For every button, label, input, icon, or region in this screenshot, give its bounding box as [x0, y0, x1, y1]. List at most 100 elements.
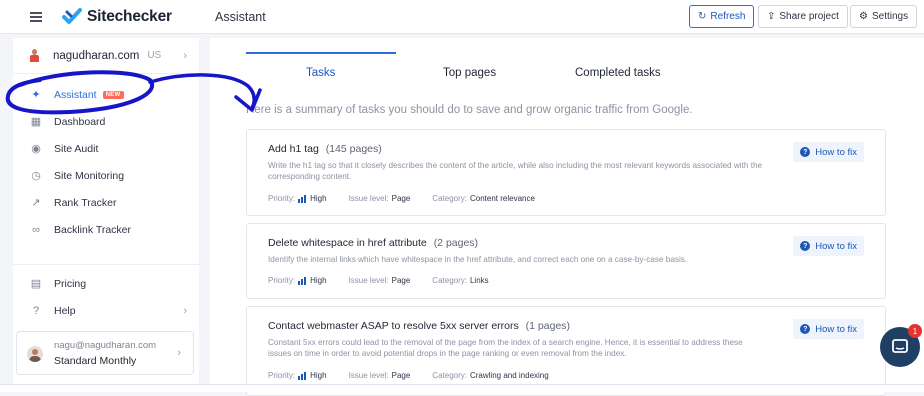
sitechecker-logo-icon [62, 8, 82, 24]
user-avatar [27, 346, 43, 362]
sidebar-item-assistant[interactable]: ✦ Assistant NEW [13, 81, 199, 108]
site-selector[interactable]: nagudharan.com US › [13, 38, 199, 74]
main-content: Tasks Top pages Completed tasks Here is … [210, 38, 924, 396]
site-country: US [147, 50, 162, 61]
task-meta: Priority: High Issue level: Page Category:… [268, 276, 511, 285]
task-card: Add h1 tag (145 pages) Write the h1 tag … [246, 129, 886, 216]
issue-level-label: Issue level: [348, 371, 389, 380]
category-value: Content relevance [469, 194, 535, 203]
priority-bars-icon [298, 371, 307, 380]
user-account-menu[interactable]: nagu@nagudharan.com Standard Monthly › [16, 331, 194, 375]
audit-icon: ◉ [31, 143, 41, 155]
sidebar-item-label: Rank Tracker [54, 196, 117, 209]
question-icon: ? [800, 241, 811, 251]
link-icon: ∞ [32, 223, 40, 236]
menu-icon[interactable] [30, 12, 42, 22]
share-icon: ⇪ [767, 11, 776, 22]
how-to-fix-label: How to fix [815, 146, 857, 158]
brand-name: Sitechecker [87, 8, 172, 25]
task-description: Constant 5xx errors could lead to the re… [268, 338, 743, 358]
question-icon: ? [800, 147, 811, 157]
priority-value: High [310, 194, 327, 203]
sidebar-item-site-audit[interactable]: ◉ Site Audit [13, 135, 199, 162]
chat-icon [892, 339, 908, 353]
priority-label: Priority: [268, 276, 296, 285]
task-title-text: Add h1 tag [268, 143, 319, 155]
task-title-text: Contact webmaster ASAP to resolve 5xx se… [268, 320, 519, 332]
task-title-text: Delete whitespace in href attribute [268, 237, 427, 249]
user-plan: Standard Monthly [54, 355, 137, 367]
intro-text: Here is a summary of tasks you should do… [246, 104, 693, 116]
help-icon: ? [32, 304, 40, 317]
refresh-icon: ↻ [698, 11, 707, 22]
share-label: Share project [779, 11, 839, 22]
sidebar-item-label: Assistant [54, 88, 97, 101]
how-to-fix-button[interactable]: ? How to fix [793, 319, 864, 339]
how-to-fix-button[interactable]: ? How to fix [793, 142, 864, 162]
sidebar-item-help[interactable]: ? Help › [13, 297, 199, 324]
issue-level-value: Page [391, 276, 411, 285]
how-to-fix-label: How to fix [815, 323, 857, 335]
sidebar-item-site-monitoring[interactable]: ◷ Site Monitoring [13, 162, 199, 189]
priority-value: High [310, 371, 327, 380]
task-page-count: (1 pages) [525, 320, 571, 332]
priority-value: High [310, 276, 327, 285]
question-icon: ? [800, 324, 811, 334]
chevron-right-icon: › [183, 49, 187, 62]
task-description: Write the h1 tag so that it closely desc… [268, 161, 763, 181]
top-bar: Sitechecker Assistant ↻ Refresh ⇪ Share … [0, 0, 924, 34]
tab-tasks[interactable]: Tasks [306, 67, 335, 79]
bottom-scroll-area [0, 384, 924, 392]
sidebar-item-label: Dashboard [54, 115, 106, 128]
refresh-label: Refresh [710, 11, 746, 22]
sidebar-item-backlink-tracker[interactable]: ∞ Backlink Tracker [13, 216, 199, 243]
priority-label: Priority: [268, 371, 296, 380]
category-label: Category: [432, 276, 467, 285]
chevron-right-icon: › [183, 304, 187, 317]
refresh-button[interactable]: ↻ Refresh [689, 5, 755, 28]
wand-icon: ✦ [31, 89, 41, 101]
category-value: Crawling and indexing [469, 371, 549, 380]
category-value: Links [469, 276, 489, 285]
sidebar-item-label: Site Monitoring [54, 169, 125, 182]
sidebar-item-pricing[interactable]: ▤ Pricing [13, 270, 199, 297]
share-project-button[interactable]: ⇪ Share project [758, 5, 848, 28]
task-page-count: (145 pages) [325, 143, 382, 155]
brand-logo[interactable]: Sitechecker [62, 8, 172, 26]
page-title: Assistant [215, 10, 266, 24]
new-badge: NEW [102, 90, 124, 99]
active-tab-indicator [246, 52, 396, 54]
user-email: nagu@nagudharan.com [54, 340, 157, 351]
task-meta: Priority: High Issue level: Page Category:… [268, 194, 557, 203]
sidebar-item-dashboard[interactable]: ▦ Dashboard [13, 108, 199, 135]
issue-level-value: Page [391, 371, 411, 380]
issue-level-value: Page [391, 194, 411, 203]
issue-level-label: Issue level: [348, 194, 389, 203]
category-label: Category: [432, 371, 467, 380]
sidebar-item-label: Help [54, 304, 76, 317]
settings-label: Settings [871, 11, 909, 22]
pricing-icon: ▤ [30, 278, 42, 290]
task-description: Identify the internal links which have w… [268, 255, 688, 264]
how-to-fix-label: How to fix [815, 240, 857, 252]
unread-badge: 1 [908, 324, 922, 338]
task-meta: Priority: High Issue level: Page Category:… [268, 371, 571, 380]
task-title: Add h1 tag (145 pages) [268, 143, 382, 155]
monitoring-icon: ◷ [31, 170, 41, 182]
issue-level-label: Issue level: [348, 276, 389, 285]
settings-button[interactable]: ⚙ Settings [850, 5, 918, 28]
dashboard-icon: ▦ [30, 116, 42, 128]
tab-completed-tasks[interactable]: Completed tasks [575, 67, 661, 79]
task-card: Delete whitespace in href attribute (2 p… [246, 223, 886, 299]
rank-icon: ↗ [31, 197, 41, 209]
task-page-count: (2 pages) [433, 237, 479, 249]
task-card: Contact webmaster ASAP to resolve 5xx se… [246, 306, 886, 396]
task-title: Contact webmaster ASAP to resolve 5xx se… [268, 320, 570, 332]
category-label: Category: [432, 194, 467, 203]
chevron-right-icon: › [177, 347, 181, 359]
tab-top-pages[interactable]: Top pages [443, 67, 496, 79]
sidebar-item-rank-tracker[interactable]: ↗ Rank Tracker [13, 189, 199, 216]
sidebar-item-label: Site Audit [54, 142, 99, 155]
sidebar-item-label: Backlink Tracker [54, 223, 132, 236]
how-to-fix-button[interactable]: ? How to fix [793, 236, 864, 256]
